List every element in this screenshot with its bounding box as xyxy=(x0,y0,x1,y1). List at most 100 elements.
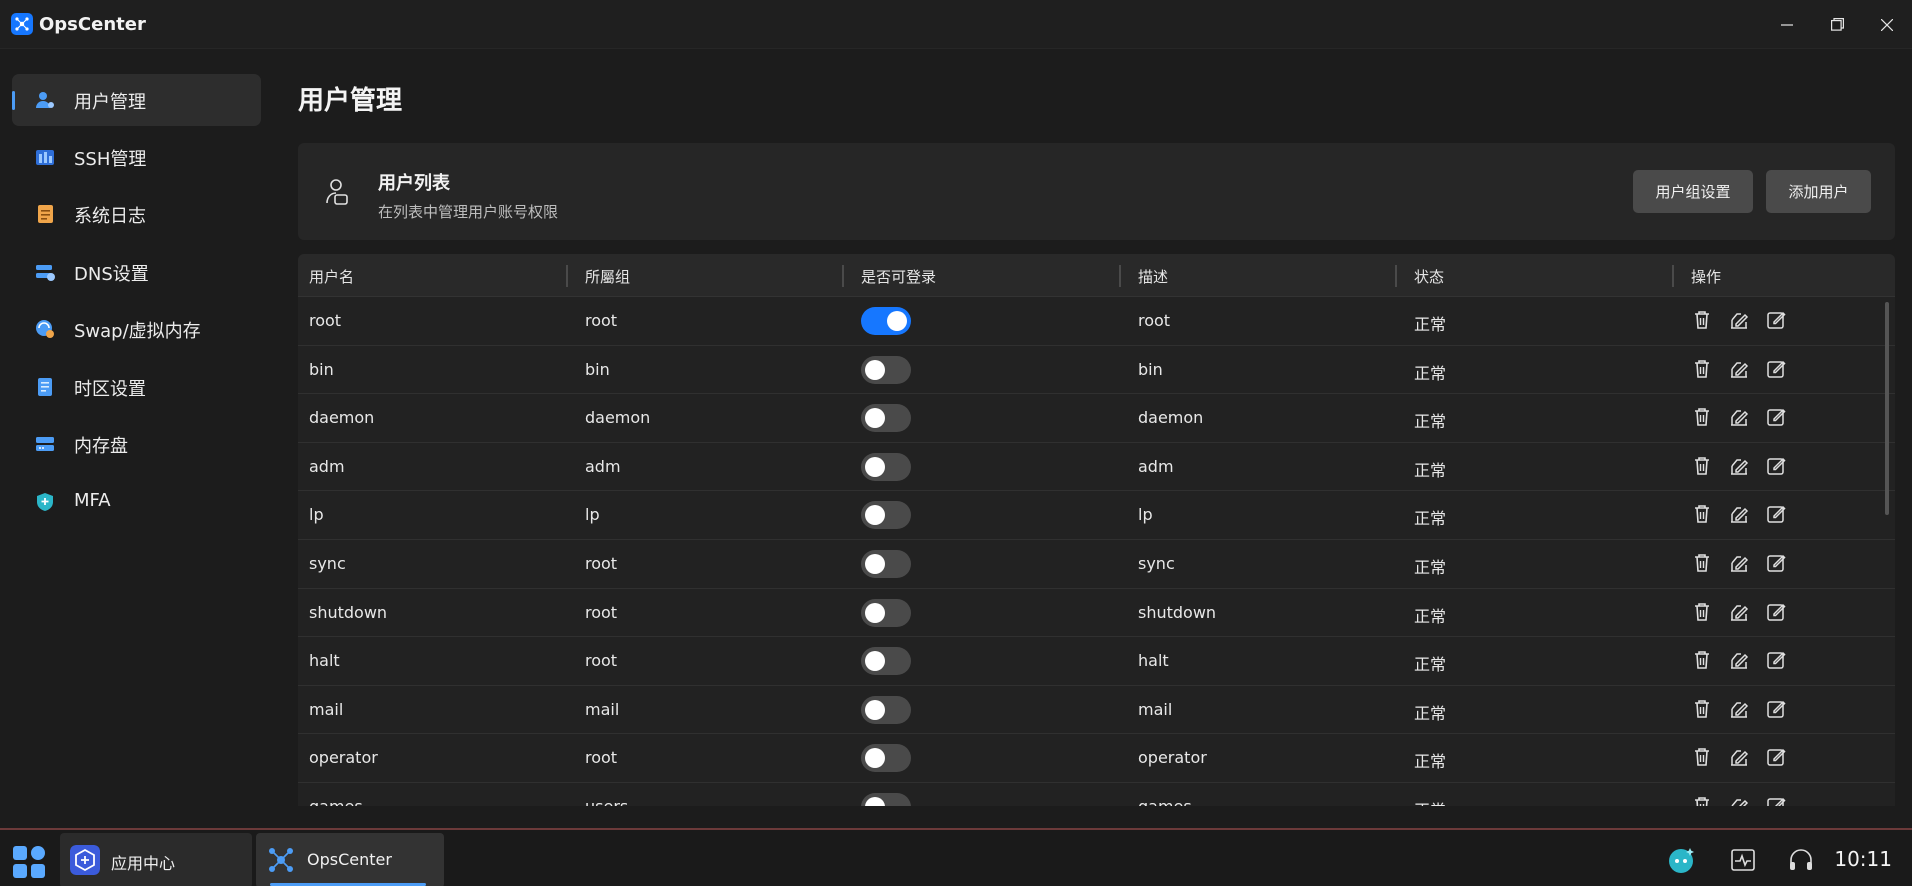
column-header-description[interactable]: 描述 xyxy=(1138,266,1168,287)
taskbar-app-label: OpsCenter xyxy=(307,850,392,869)
delete-icon[interactable] xyxy=(1691,746,1713,768)
permission-icon[interactable] xyxy=(1728,795,1750,806)
table-row[interactable]: bin bin bin 正常 xyxy=(298,346,1895,395)
ramdisk-icon xyxy=(36,437,54,451)
minimize-button[interactable] xyxy=(1762,0,1812,49)
restore-button[interactable] xyxy=(1812,0,1862,49)
column-divider[interactable] xyxy=(566,265,568,287)
edit-icon[interactable] xyxy=(1765,601,1787,623)
edit-icon[interactable] xyxy=(1765,358,1787,380)
column-divider[interactable] xyxy=(1119,265,1121,287)
sidebar-item-swap[interactable]: Swap/虚拟内存 xyxy=(12,303,261,355)
edit-icon[interactable] xyxy=(1765,795,1787,806)
delete-icon[interactable] xyxy=(1691,455,1713,477)
login-toggle[interactable] xyxy=(861,598,911,627)
cell-username: daemon xyxy=(309,408,375,428)
table-row[interactable]: lp lp lp 正常 xyxy=(298,491,1895,540)
sidebar-item-label: 内存盘 xyxy=(74,436,128,457)
delete-icon[interactable] xyxy=(1691,601,1713,623)
column-header-username[interactable]: 用户名 xyxy=(309,266,354,287)
toggle-knob xyxy=(865,699,885,720)
sidebar-item-label: DNS设置 xyxy=(74,264,149,285)
login-toggle[interactable] xyxy=(861,744,911,773)
close-button[interactable] xyxy=(1862,0,1912,49)
sidebar-item-timezone[interactable]: 时区设置 xyxy=(12,361,261,413)
sidebar-item-syslog[interactable]: 系统日志 xyxy=(12,188,261,240)
permission-icon[interactable] xyxy=(1728,503,1750,525)
edit-icon[interactable] xyxy=(1765,503,1787,525)
dns-icon xyxy=(36,265,55,281)
sidebar: 用户管理 SSH管理 系统日志 DNS设置 Swap/虚拟内存 时区设置 内存盘… xyxy=(0,49,273,828)
delete-icon[interactable] xyxy=(1691,649,1713,671)
taskbar-app-center[interactable]: 应用中心 xyxy=(60,833,252,886)
table-row[interactable]: adm adm adm 正常 xyxy=(298,443,1895,492)
permission-icon[interactable] xyxy=(1728,309,1750,331)
edit-icon[interactable] xyxy=(1765,649,1787,671)
column-divider[interactable] xyxy=(1395,265,1397,287)
permission-icon[interactable] xyxy=(1728,746,1750,768)
permission-icon[interactable] xyxy=(1728,552,1750,574)
delete-icon[interactable] xyxy=(1691,503,1713,525)
column-divider[interactable] xyxy=(1672,265,1674,287)
column-divider[interactable] xyxy=(842,265,844,287)
assistant-bot-icon[interactable] xyxy=(1666,845,1696,875)
column-header-login[interactable]: 是否可登录 xyxy=(861,266,936,287)
start-menu-icon[interactable] xyxy=(12,845,46,879)
add-user-button[interactable]: 添加用户 xyxy=(1766,170,1871,213)
edit-icon[interactable] xyxy=(1765,552,1787,574)
delete-icon[interactable] xyxy=(1691,309,1713,331)
table-row[interactable]: daemon daemon daemon 正常 xyxy=(298,394,1895,443)
edit-icon[interactable] xyxy=(1765,698,1787,720)
table-body: root root root 正常 bin bin bin 正常 daemon daemon dae… xyxy=(298,297,1895,806)
toggle-knob xyxy=(865,554,885,574)
permission-icon[interactable] xyxy=(1728,601,1750,623)
column-header-status[interactable]: 状态 xyxy=(1414,266,1444,287)
login-toggle[interactable] xyxy=(861,404,911,433)
delete-icon[interactable] xyxy=(1691,795,1713,806)
opscenter-icon xyxy=(269,848,293,872)
permission-icon[interactable] xyxy=(1728,698,1750,720)
toggle-knob xyxy=(865,408,885,429)
sidebar-item-ramdisk[interactable]: 内存盘 xyxy=(12,418,261,470)
table-row[interactable]: root root root 正常 xyxy=(298,297,1895,346)
login-toggle[interactable] xyxy=(861,307,911,335)
activity-monitor-icon[interactable] xyxy=(1728,845,1758,875)
login-toggle[interactable] xyxy=(861,695,911,724)
table-row[interactable]: sync root sync 正常 xyxy=(298,540,1895,589)
login-toggle[interactable] xyxy=(861,355,911,384)
delete-icon[interactable] xyxy=(1691,698,1713,720)
taskbar-opscenter[interactable]: OpsCenter xyxy=(256,833,444,886)
table-row[interactable]: operator root operator 正常 xyxy=(298,734,1895,783)
login-toggle[interactable] xyxy=(861,793,911,806)
cell-group: users xyxy=(585,797,628,806)
edit-icon[interactable] xyxy=(1765,406,1787,428)
table-scrollbar[interactable] xyxy=(1885,302,1889,515)
permission-icon[interactable] xyxy=(1728,406,1750,428)
login-toggle[interactable] xyxy=(861,501,911,530)
table-row[interactable]: halt root halt 正常 xyxy=(298,637,1895,686)
login-toggle[interactable] xyxy=(861,452,911,481)
sidebar-item-dns[interactable]: DNS设置 xyxy=(12,246,261,298)
headset-icon[interactable] xyxy=(1786,845,1816,875)
table-row[interactable]: mail mail mail 正常 xyxy=(298,686,1895,735)
sidebar-item-user-management[interactable]: 用户管理 xyxy=(12,74,261,126)
user-group-settings-button[interactable]: 用户组设置 xyxy=(1633,170,1753,213)
permission-icon[interactable] xyxy=(1728,358,1750,380)
taskbar-clock[interactable]: 10:11 xyxy=(1834,847,1892,871)
login-toggle[interactable] xyxy=(861,647,911,676)
edit-icon[interactable] xyxy=(1765,309,1787,331)
delete-icon[interactable] xyxy=(1691,552,1713,574)
column-header-group[interactable]: 所屬组 xyxy=(585,266,630,287)
edit-icon[interactable] xyxy=(1765,455,1787,477)
table-row[interactable]: shutdown root shutdown 正常 xyxy=(298,589,1895,638)
sidebar-item-ssh[interactable]: SSH管理 xyxy=(12,131,261,183)
edit-icon[interactable] xyxy=(1765,746,1787,768)
permission-icon[interactable] xyxy=(1728,649,1750,671)
cell-group: adm xyxy=(585,456,621,476)
delete-icon[interactable] xyxy=(1691,358,1713,380)
table-row[interactable]: games users games 正常 xyxy=(298,783,1895,806)
delete-icon[interactable] xyxy=(1691,406,1713,428)
permission-icon[interactable] xyxy=(1728,455,1750,477)
sidebar-item-mfa[interactable]: MFA xyxy=(12,476,261,528)
login-toggle[interactable] xyxy=(861,550,911,578)
